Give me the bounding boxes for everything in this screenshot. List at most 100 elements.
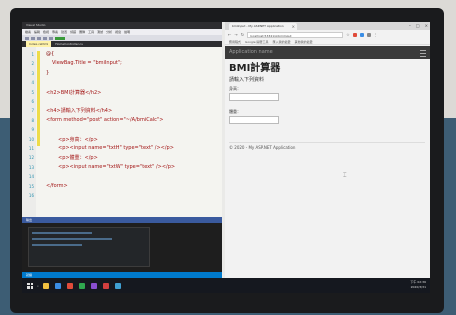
star-icon[interactable]: ☆	[346, 32, 350, 37]
vs-title-bar: Visual Studio	[22, 22, 222, 29]
extension-icon[interactable]	[352, 32, 357, 37]
extension-icon[interactable]	[359, 32, 364, 37]
line-number: 11	[28, 146, 34, 151]
code-line: <p>體重：</p>	[58, 155, 98, 162]
extension-icon[interactable]	[366, 32, 371, 37]
monitor-screen: Visual Studio 檔案 編輯 檢視 專案 建置 偵錯 團隊 工具 測試 分析 視窗 說明 I…	[22, 22, 430, 293]
close-tab-icon[interactable]: ×	[292, 23, 295, 30]
taskbar-app[interactable]	[66, 282, 75, 289]
close-window-icon[interactable]: ×	[425, 22, 428, 30]
code-line: <p>身高：</p>	[58, 136, 98, 143]
taskbar-app[interactable]	[42, 282, 51, 289]
page-subtitle: 請輸入下列資料	[229, 77, 265, 83]
output-line	[32, 244, 82, 246]
windows-taskbar: ⌕	[22, 278, 430, 293]
app-icon	[42, 282, 49, 289]
code-line: <h2>BMI計算器</h2>	[46, 89, 102, 96]
weight-input[interactable]	[229, 116, 279, 124]
line-number: 10	[28, 136, 34, 142]
taskbar-app[interactable]	[54, 282, 63, 289]
change-indicator	[37, 51, 40, 146]
reload-icon[interactable]: ↻	[241, 32, 244, 37]
app-icon	[90, 282, 97, 289]
bookmark-item[interactable]: 應用程式	[229, 39, 241, 44]
code-line: <h4>請輸入下列資料</h4>	[46, 108, 113, 115]
url-input[interactable]: localhost:53341/A/bmiInput	[247, 31, 344, 38]
mouse-cursor-icon: ⌶	[343, 172, 347, 179]
output-panel: 輸出	[22, 217, 222, 272]
maximize-icon[interactable]: □	[416, 22, 420, 30]
save-icon[interactable]	[37, 36, 41, 40]
page-content: BMI計算器 請輸入下列資料 身高： 體重： © 2020 - My ASP.N…	[229, 62, 425, 150]
back-icon[interactable]: ←	[228, 32, 231, 37]
search-icon[interactable]: ⌕	[37, 284, 39, 288]
browser-tab-title: bmiInput - My ASP.NET Application	[232, 24, 284, 28]
line-number: 16	[28, 193, 34, 198]
app-navbar: Application name	[225, 46, 430, 59]
divider	[229, 142, 425, 143]
taskbar-app[interactable]	[78, 282, 87, 289]
line-number: 8	[31, 117, 34, 123]
open-icon[interactable]	[31, 36, 35, 40]
undo-icon[interactable]	[43, 36, 47, 40]
output-panel-title: 輸出	[22, 217, 222, 223]
line-number: 5	[31, 89, 34, 95]
taskbar-app[interactable]	[114, 282, 123, 289]
app-icon	[114, 282, 121, 289]
line-number: 15	[28, 183, 34, 189]
output-line	[32, 238, 112, 240]
line-number: 12	[28, 155, 34, 161]
output-content	[28, 227, 150, 267]
line-number: 14	[28, 174, 34, 180]
output-line	[32, 232, 92, 234]
code-line: <form method="post" action="~/A/bmiCalc"…	[46, 116, 164, 123]
app-icon	[54, 282, 61, 289]
height-label: 身高：	[229, 86, 241, 91]
taskbar-app[interactable]	[102, 282, 111, 289]
line-number: 6	[31, 99, 34, 104]
code-line: </form>	[46, 182, 68, 189]
redo-icon[interactable]	[49, 36, 53, 40]
line-number: 3	[31, 70, 34, 76]
line-number: 9	[31, 127, 34, 133]
window-controls: – □ ×	[409, 22, 428, 30]
taskbar-app[interactable]	[90, 282, 99, 289]
line-number: 7	[31, 108, 34, 114]
menu-icon[interactable]: ⋮	[374, 32, 378, 37]
line-number: 2	[31, 61, 34, 67]
line-number: 4	[31, 80, 34, 86]
height-input[interactable]	[229, 93, 279, 101]
page-footer: © 2020 - My ASP.NET Application	[229, 145, 296, 150]
line-number: 13	[28, 164, 34, 170]
address-bar-row: ← → ↻ localhost:53341/A/bmiInput ☆ ⋮	[225, 30, 430, 39]
visual-studio-window: Visual Studio 檔案 編輯 檢視 專案 建置 偵錯 團隊 工具 測試 分析 視窗 說明 I…	[22, 22, 222, 278]
weight-label: 體重：	[229, 109, 241, 114]
minimize-icon[interactable]: –	[409, 22, 411, 30]
browser-window: bmiInput - My ASP.NET Application × – □ …	[225, 22, 430, 278]
code-line: <p><input name="txtH" type="text" /></p>	[58, 145, 174, 151]
bookmarks-bar: 應用程式 Google 開發工具 匯入我的最愛 其他我的最愛	[225, 39, 430, 45]
line-number: 1	[31, 52, 34, 57]
start-button-icon[interactable]	[27, 282, 33, 289]
new-file-icon[interactable]	[25, 36, 29, 40]
code-line: ViewBag.Title = "bmiInput";	[52, 60, 122, 67]
system-tray: 下午 02:36 2020/3/31	[410, 280, 426, 290]
app-name-link[interactable]: Application name	[229, 46, 273, 59]
clock-date[interactable]: 2020/3/31	[410, 285, 426, 290]
code-line: }	[46, 69, 50, 76]
code-line: @{	[46, 51, 55, 57]
forward-icon[interactable]: →	[234, 32, 237, 37]
hamburger-icon[interactable]	[420, 50, 426, 57]
app-icon	[66, 282, 73, 289]
code-editor[interactable]: 1 @{ 2 ViewBag.Title = "bmiInput"; 3} 4 5 <h2>B…	[22, 47, 222, 217]
bookmark-item[interactable]: Google 開發工具	[245, 39, 269, 44]
app-icon	[102, 282, 109, 289]
bookmark-item[interactable]: 匯入我的最愛	[273, 39, 291, 44]
browser-tab-bar: bmiInput - My ASP.NET Application × – □ …	[225, 22, 430, 30]
code-line: <p><input name="txtW" type="text" /></p>	[58, 163, 176, 170]
run-icon[interactable]	[55, 36, 65, 40]
bookmark-item[interactable]: 其他我的最愛	[295, 39, 313, 44]
page-title: BMI計算器	[229, 63, 281, 74]
app-icon	[78, 282, 85, 289]
browser-tab[interactable]: bmiInput - My ASP.NET Application ×	[229, 23, 297, 30]
